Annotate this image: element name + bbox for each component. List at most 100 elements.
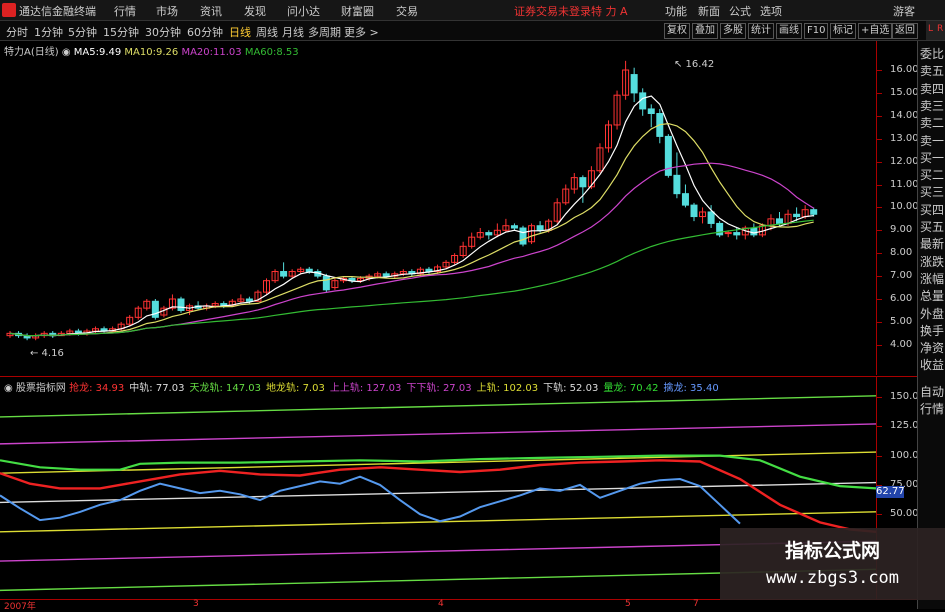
side-panel-item[interactable]: 涨幅 <box>920 272 944 286</box>
legend-ma60-label: MA60: <box>244 47 277 58</box>
tool-back[interactable]: 返回 <box>892 23 918 39</box>
legend-ma5-label: MA5: <box>73 47 99 58</box>
tool-overlay[interactable]: 叠加 <box>692 23 718 39</box>
side-panel-item[interactable]: 卖三 <box>920 99 944 113</box>
price-tick: 8.00 <box>890 247 913 259</box>
candle <box>49 331 57 338</box>
quote-side-panel: 委比卖五卖四卖三卖二卖一买一买二买三买四买五最新涨跌涨幅总量外盘换手净资收益自动… <box>917 41 945 609</box>
price-tick: 12.00 <box>890 155 919 167</box>
period-1min[interactable]: 1分钟 <box>34 24 63 40</box>
side-panel-item[interactable]: 收益 <box>920 358 944 372</box>
candle <box>408 269 416 277</box>
app-title: 通达信金融终端 <box>19 5 96 18</box>
candle <box>570 173 578 194</box>
side-panel-item[interactable]: 行情 <box>920 402 944 416</box>
menu-function[interactable]: 功能 <box>665 3 687 19</box>
low-price-label: ← 4.16 <box>30 348 64 359</box>
period-monthly[interactable]: 月线 <box>282 24 304 40</box>
guest-button[interactable]: 游客 <box>893 3 915 19</box>
svg-text:R: R <box>937 24 943 34</box>
menu-market[interactable]: 市场 <box>156 3 178 19</box>
legend-ma10-label: MA10: <box>124 47 156 58</box>
candle <box>143 299 151 311</box>
candle <box>151 299 159 320</box>
period-timeshare[interactable]: 分时 <box>6 24 28 40</box>
side-panel-item[interactable]: 换手 <box>920 324 944 338</box>
candlestick-chart[interactable] <box>0 41 876 375</box>
side-panel-item[interactable]: 卖五 <box>920 64 944 78</box>
candle <box>459 241 467 258</box>
side-panel-item[interactable]: 最新 <box>920 237 944 251</box>
date-tick: 7 <box>693 599 699 609</box>
menu-news[interactable]: 资讯 <box>200 3 222 19</box>
menu-formula[interactable]: 公式 <box>729 3 751 19</box>
side-panel-item[interactable]: 卖一 <box>920 134 944 148</box>
side-panel-item[interactable]: 买五 <box>920 220 944 234</box>
menu-new-page[interactable]: 新面 <box>698 3 720 19</box>
candle <box>562 184 570 206</box>
menu-quotes[interactable]: 行情 <box>114 3 136 19</box>
login-status[interactable]: 证券交易未登录 <box>514 3 591 19</box>
side-panel-item[interactable]: 涨跌 <box>920 255 944 269</box>
tool-mark[interactable]: 标记 <box>830 23 856 39</box>
watermark-title: 指标公式网 <box>784 540 880 562</box>
indicator-legend-item: 擒龙: 35.40 <box>663 383 719 394</box>
legend-ma20: 11.03 <box>213 47 242 58</box>
side-panel-item[interactable]: 买一 <box>920 151 944 165</box>
tool-draw[interactable]: 画线 <box>776 23 802 39</box>
tool-adjust[interactable]: 复权 <box>664 23 690 39</box>
price-tick: 6.00 <box>890 293 913 304</box>
menu-wealth[interactable]: 财富圈 <box>341 3 374 19</box>
side-panel-item[interactable]: 买二 <box>920 168 944 182</box>
tool-multi-stock[interactable]: 多股 <box>720 23 746 39</box>
candle <box>519 225 527 247</box>
side-panel-item[interactable]: 卖二 <box>920 116 944 130</box>
side-panel-item[interactable]: 买四 <box>920 203 944 217</box>
side-panel-item[interactable]: 净资 <box>920 341 944 355</box>
candle <box>596 143 604 174</box>
candle <box>716 221 724 238</box>
indicator-legend-item: 上上轨: 127.03 <box>329 383 402 394</box>
menu-bar: 通达信金融终端 行情 市场 资讯 发现 问小达 财富圈 交易 证券交易未登录 特… <box>0 0 945 21</box>
candle <box>810 207 818 217</box>
period-weekly[interactable]: 周线 <box>256 24 278 40</box>
side-panel-item[interactable]: 卖四 <box>920 82 944 96</box>
side-panel-item[interactable]: 自动 <box>920 385 944 399</box>
level2-badge[interactable]: LR <box>926 21 945 40</box>
side-panel-item[interactable]: 买三 <box>920 185 944 199</box>
indicator-name: ◉ 股票指标网 <box>4 383 70 394</box>
candle <box>237 294 245 304</box>
watermark-url: www.zbgs3.com <box>765 568 900 588</box>
side-panel-item[interactable]: 委比 <box>920 47 944 61</box>
indicator-legend-item: 地龙轨: 7.03 <box>266 383 325 394</box>
period-multi[interactable]: 多周期 <box>308 24 341 40</box>
tool-f10[interactable]: F10 <box>804 23 829 39</box>
candle <box>6 331 14 338</box>
tool-stats[interactable]: 统计 <box>748 23 774 39</box>
high-price-label: ↖ 16.42 <box>674 59 715 70</box>
period-15min[interactable]: 15分钟 <box>103 24 139 40</box>
indicator-legend-item: 下轨: 52.03 <box>543 383 599 394</box>
indicator-legend-item: 抢龙: 34.93 <box>69 383 125 394</box>
candle <box>476 228 484 240</box>
menu-ask[interactable]: 问小达 <box>287 3 320 19</box>
period-daily[interactable]: 日线 <box>229 24 251 40</box>
menu-options[interactable]: 选项 <box>760 3 782 19</box>
side-panel-item[interactable]: 总量 <box>920 289 944 303</box>
menu-trade[interactable]: 交易 <box>396 3 418 19</box>
period-more[interactable]: 更多 > <box>344 24 379 40</box>
date-tick: 5 <box>625 599 631 609</box>
menu-discover[interactable]: 发现 <box>244 3 266 19</box>
candle <box>177 296 185 313</box>
indicator-tick: 50.00 <box>890 508 919 520</box>
period-toolbar: 分时 1分钟 5分钟 15分钟 30分钟 60分钟 日线 周线 月线 多周期 更… <box>0 21 945 41</box>
candle <box>673 152 681 199</box>
period-30min[interactable]: 30分钟 <box>145 24 181 40</box>
period-5min[interactable]: 5分钟 <box>68 24 97 40</box>
ma10-line <box>9 122 814 337</box>
band-line <box>0 481 876 504</box>
tool-add-watchlist[interactable]: +自选 <box>858 23 893 39</box>
period-60min[interactable]: 60分钟 <box>187 24 223 40</box>
current-stock-name: 特 力 A <box>591 5 628 18</box>
side-panel-item[interactable]: 外盘 <box>920 307 944 321</box>
